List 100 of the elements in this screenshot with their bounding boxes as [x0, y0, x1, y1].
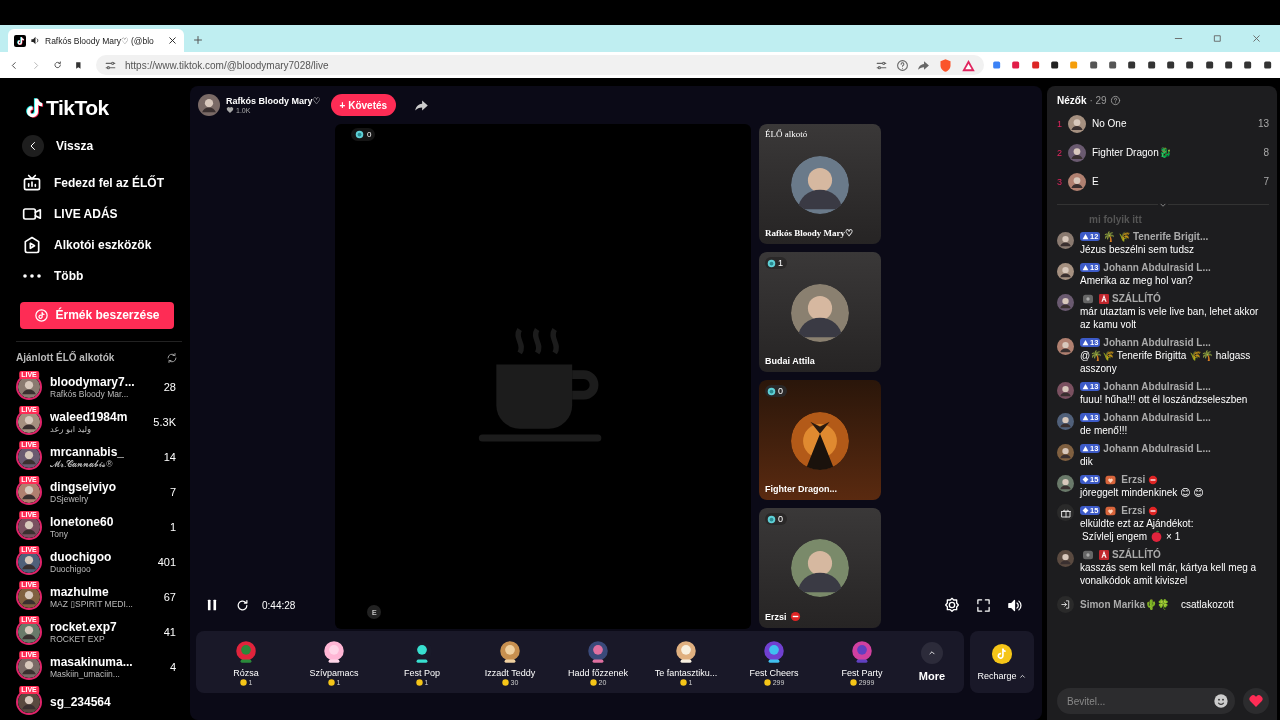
- gift-icon: [761, 638, 787, 665]
- chat-message: fuuu! hűha!!! ott él loszándzseleszben: [1080, 393, 1249, 406]
- more-button[interactable]: More: [910, 642, 954, 682]
- more-icon: [22, 273, 42, 280]
- logo-text: TikTok: [46, 96, 109, 120]
- get-coins-button[interactable]: Érmék beszerzése: [20, 301, 174, 329]
- chat-message: elküldte ezt az Ajándékot:: [1080, 517, 1195, 530]
- pause-icon[interactable]: [205, 598, 219, 612]
- maximize-icon[interactable]: [1212, 33, 1223, 44]
- chat-message: dik: [1080, 455, 1094, 468]
- nav-item[interactable]: Több: [16, 260, 182, 292]
- viewer-count: 1: [778, 258, 783, 268]
- rank-number: 1: [1057, 118, 1062, 129]
- guest-name: Budai Attila: [765, 356, 815, 366]
- viewer-count: 4: [169, 661, 177, 674]
- viewer-item[interactable]: 3 E 7: [1057, 167, 1269, 196]
- tile-label: ÉLŐ alkotó: [765, 129, 808, 141]
- close-tab-icon[interactable]: [167, 35, 178, 46]
- coin-icon: [589, 678, 597, 686]
- gift-icon: [849, 638, 875, 665]
- section-title: Ajánlott ÉLŐ alkotók: [16, 352, 115, 364]
- gift-icon: [497, 638, 523, 665]
- avatar: [1057, 263, 1074, 280]
- viewer-count: 0: [778, 386, 783, 396]
- chat-message: mi folyik itt: [1088, 214, 1143, 225]
- gift-name: Szívlelj engem: [1082, 531, 1148, 542]
- creator-name: Maskiin_umaciin...: [50, 669, 121, 680]
- join-icon: [1060, 599, 1071, 610]
- close-window-icon[interactable]: [1251, 33, 1262, 44]
- gift-name: Fest Party: [841, 667, 883, 678]
- guest-name: Rafkós Bloody Mary♡: [765, 228, 853, 238]
- coin-icon: [763, 678, 771, 686]
- recharge-button[interactable]: Recharge: [970, 631, 1034, 693]
- address-field[interactable]: https://www.tiktok.com/@bloodymary7028/live: [96, 55, 984, 75]
- panel-title: Nézők: [1057, 95, 1087, 106]
- creator-name: MAZ ▯SPIRIT MEDI...: [50, 599, 134, 610]
- chat-username: Johann Abdulrasid L...: [1103, 337, 1211, 348]
- back-link[interactable]: Vissza: [16, 130, 182, 162]
- viewer-count: 5.3K: [153, 416, 177, 429]
- avatar: [1057, 475, 1074, 492]
- tiktok-logo-icon: [14, 34, 26, 47]
- avatar: [1068, 172, 1086, 191]
- chat-username: Erzsi: [1121, 474, 1146, 485]
- triangle-icon[interactable]: [961, 57, 976, 73]
- nav-item[interactable]: LIVE ADÁS: [16, 198, 182, 230]
- volume-icon[interactable]: [1007, 597, 1022, 613]
- creator-name: Tony: [50, 529, 69, 540]
- url-text: https://www.tiktok.com/@bloodymary7028/live: [125, 59, 329, 71]
- gift-name: Izzadt Teddy: [484, 667, 536, 678]
- fullscreen-icon[interactable]: [976, 597, 991, 613]
- creator-name: 𝓜𝓻.𝓒𝓪𝓷𝓷𝓪𝓫𝓲𝓼®: [50, 459, 114, 470]
- viewer-count: 0: [367, 130, 372, 139]
- nav-item[interactable]: Fedezd fel az ÉLŐT: [16, 167, 182, 199]
- refresh-icon[interactable]: [166, 352, 178, 364]
- help-icon[interactable]: [1109, 95, 1121, 106]
- avatar: [1057, 338, 1074, 355]
- new-tab-icon[interactable]: [192, 34, 204, 46]
- chat-message: kasszás sem kell már, kártya kell meg a vonalkódok amit kiviszel: [1080, 561, 1258, 587]
- shield-icon[interactable]: [938, 57, 953, 73]
- gift-name: Hadd főzzenek: [567, 667, 628, 678]
- replay-icon[interactable]: [235, 597, 250, 613]
- heart-icon: [1248, 693, 1264, 709]
- gift-icon: [1150, 530, 1164, 543]
- chat-message: Jézus beszélni sem tudsz: [1080, 243, 1195, 256]
- chat-username: Johann Abdulrasid L...: [1103, 381, 1211, 392]
- creator-username: mrcannabis_: [50, 445, 126, 459]
- tv-icon: [22, 172, 42, 193]
- guest-name: Fighter Dragon...: [765, 484, 837, 494]
- gift-icon: [321, 638, 347, 665]
- viewer-count: 401: [157, 556, 177, 569]
- gift-icon: [233, 638, 259, 665]
- creator-name: Rafkós Bloody Mar...: [50, 389, 130, 400]
- rank-number: 3: [1057, 176, 1062, 187]
- viewer-dot-icon: [767, 258, 776, 268]
- creator-username: waleed1984m: [50, 410, 129, 425]
- coin-icon: [501, 678, 509, 686]
- creator-username: lonetone60: [50, 515, 115, 530]
- follow-button[interactable]: + Követés: [330, 94, 397, 116]
- viewer-count: 0: [778, 514, 783, 524]
- creator-username: masakinuma...: [50, 655, 134, 670]
- rank-number: 2: [1057, 147, 1062, 158]
- viewer-count: 14: [163, 451, 177, 464]
- chat-input[interactable]: Bevitel...: [1057, 688, 1235, 714]
- emoji-icon[interactable]: [1213, 693, 1229, 709]
- viewer-item[interactable]: 2 Fighter Dragon🐉 8: [1057, 138, 1269, 167]
- viewer-dot-icon: [767, 514, 776, 524]
- browser-tab[interactable]: Rafkós Bloody Mary♡ (@blo: [8, 29, 184, 52]
- play-icon: [22, 235, 42, 255]
- gift-name: Rózsa: [233, 667, 259, 678]
- guest-name: Erzsi: [765, 611, 787, 622]
- viewer-item[interactable]: 1 No One 13: [1057, 109, 1269, 138]
- settings-icon[interactable]: [944, 597, 960, 613]
- heart-icon: [226, 106, 234, 114]
- like-button[interactable]: [1243, 688, 1269, 714]
- coin-icon: [849, 678, 857, 686]
- gift-icon: [1059, 506, 1072, 519]
- gift-name: Szívpamacs: [309, 667, 359, 678]
- viewer-count: 1: [169, 521, 177, 534]
- nav-item[interactable]: Alkotói eszközök: [16, 229, 182, 261]
- chat-username: Simon Marika🌵🍀: [1080, 599, 1170, 610]
